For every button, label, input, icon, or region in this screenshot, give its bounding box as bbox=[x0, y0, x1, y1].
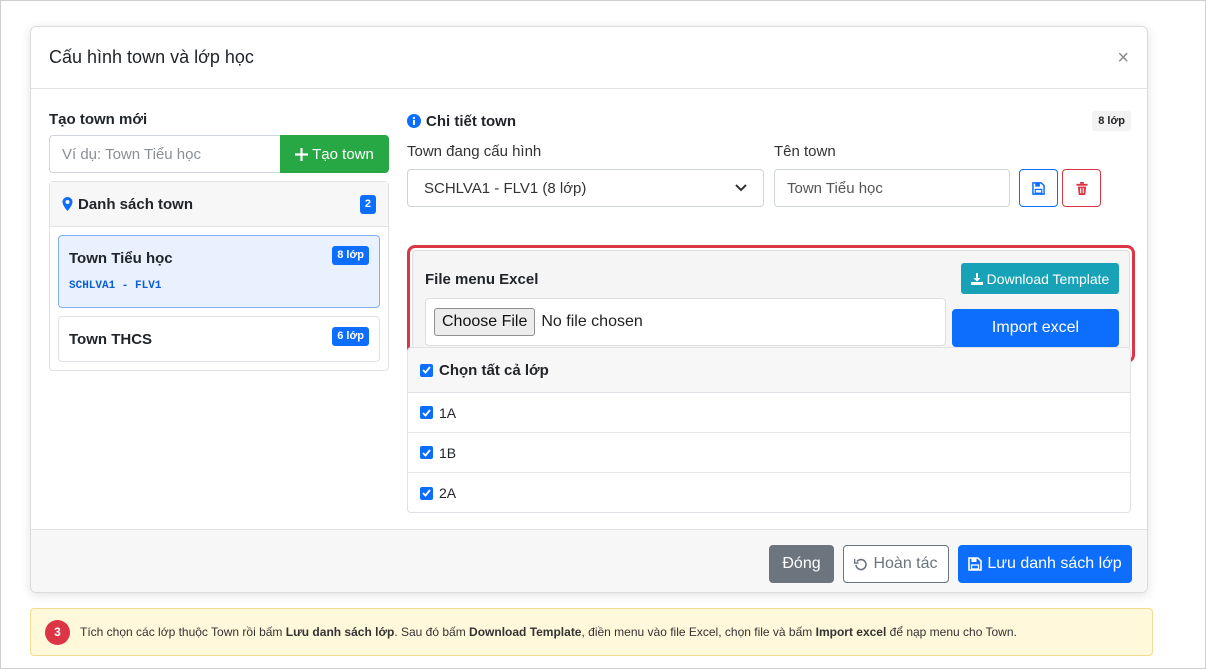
config-town-select[interactable]: SCHLVA1 - FLV1 (8 lớp) bbox=[407, 169, 764, 207]
hint-text-part: . Sau đó bấm bbox=[394, 625, 470, 639]
create-heading: Tạo town mới bbox=[49, 111, 148, 128]
create-town-button[interactable]: Tạo town bbox=[280, 135, 389, 173]
town-item-name: Town THCS bbox=[69, 330, 153, 348]
undo-label: Hoàn tác bbox=[873, 555, 938, 572]
class-label: 2A bbox=[439, 485, 457, 501]
config-town-label: Town đang cấu hình bbox=[407, 143, 542, 160]
save-town-button[interactable] bbox=[1019, 169, 1058, 207]
create-town-row: Ví dụ: Town Tiểu học Tạo town bbox=[49, 135, 389, 173]
town-form-row: Town đang cấu hình Tên town SCHLVA1 - FL… bbox=[407, 143, 1131, 223]
checkbox-checked-icon[interactable] bbox=[420, 363, 433, 377]
save-icon bbox=[1032, 181, 1045, 195]
close-button[interactable]: Đóng bbox=[769, 545, 834, 583]
checkbox-checked-icon[interactable] bbox=[420, 446, 433, 459]
class-label: 1B bbox=[439, 444, 457, 461]
create-town-label: Tạo town bbox=[312, 145, 374, 163]
select-all-label: Chọn tất cả lớp bbox=[439, 361, 549, 379]
town-list-title: Danh sách town bbox=[78, 195, 194, 213]
town-class-count-badge: 8 lớp bbox=[332, 246, 369, 265]
close-icon[interactable]: × bbox=[1117, 48, 1129, 68]
modal-footer: Đóng Hoàn tác Lưu danh sách lớp bbox=[31, 529, 1147, 592]
detail-class-badge: 8 lớp bbox=[1092, 111, 1131, 131]
save-class-list-button[interactable]: Lưu danh sách lớp bbox=[958, 545, 1132, 583]
select-all-classes[interactable]: Chọn tất cả lớp bbox=[408, 348, 1130, 393]
right-column: Chi tiết town 8 lớp Town đang cấu hình T… bbox=[407, 111, 1131, 223]
town-name-input[interactable]: Town Tiểu học bbox=[774, 169, 1010, 207]
undo-button[interactable]: Hoàn tác bbox=[843, 545, 949, 583]
town-item-thcs[interactable]: Town THCS 6 lớp bbox=[58, 316, 380, 362]
excel-highlight-box: File menu Excel Download Template Choose… bbox=[407, 245, 1135, 363]
town-count-badge: 2 bbox=[359, 194, 376, 214]
modal-header: Cấu hình town và lớp học × bbox=[31, 27, 1147, 89]
excel-file-input[interactable]: Choose File No file chosen bbox=[425, 298, 946, 346]
save-icon bbox=[968, 557, 983, 571]
class-row[interactable]: 2A bbox=[408, 473, 1130, 512]
plus-icon bbox=[295, 147, 309, 161]
step-number-badge: 3 bbox=[45, 619, 70, 645]
town-list-card: Danh sách town 2 Town Tiểu học SCHLVA1 -… bbox=[49, 181, 389, 371]
modal-title: Cấu hình town và lớp học bbox=[49, 47, 254, 67]
download-template-label: Download Template bbox=[986, 270, 1110, 287]
town-item-tieu-hoc[interactable]: Town Tiểu học SCHLVA1 - FLV1 8 lớp bbox=[58, 235, 380, 308]
no-file-text: No file chosen bbox=[541, 313, 643, 330]
town-item-code: SCHLVA1 - FLV1 bbox=[69, 280, 162, 292]
delete-town-button[interactable] bbox=[1062, 169, 1101, 207]
modal-body: Tạo town mới Ví dụ: Town Tiểu học Tạo to… bbox=[31, 89, 1147, 531]
detail-header: Chi tiết town 8 lớp bbox=[407, 111, 1131, 131]
hint-text-part: , điền menu vào file Excel, chọn file và… bbox=[581, 625, 816, 639]
download-icon bbox=[970, 272, 983, 285]
map-pin-icon bbox=[62, 197, 73, 211]
choose-file-button[interactable]: Choose File bbox=[434, 308, 536, 336]
hint-text-part: Tích chọn các lớp thuộc Town rồi bấm bbox=[80, 625, 286, 639]
save-class-list-label: Lưu danh sách lớp bbox=[987, 555, 1122, 572]
trash-icon bbox=[1075, 181, 1088, 195]
undo-icon bbox=[854, 558, 868, 571]
new-town-input[interactable]: Ví dụ: Town Tiểu học bbox=[49, 135, 280, 173]
config-town-selected: SCHLVA1 - FLV1 (8 lớp) bbox=[424, 179, 587, 197]
town-class-count-badge: 6 lớp bbox=[332, 327, 369, 346]
checkbox-checked-icon[interactable] bbox=[420, 486, 433, 500]
class-label: 1A bbox=[439, 404, 457, 421]
detail-title-wrap: Chi tiết town bbox=[407, 113, 516, 130]
step-hint-bar: 3 Tích chọn các lớp thuộc Town rồi bấm L… bbox=[30, 608, 1153, 656]
download-template-button[interactable]: Download Template bbox=[961, 263, 1119, 294]
class-list-card: Chọn tất cả lớp 1A 1B 2A bbox=[407, 347, 1131, 513]
checkbox-checked-icon[interactable] bbox=[420, 406, 433, 419]
detail-title: Chi tiết town bbox=[426, 112, 516, 130]
town-item-name: Town Tiểu học bbox=[69, 250, 173, 267]
class-row[interactable]: 1B bbox=[408, 433, 1130, 473]
chevron-down-icon bbox=[735, 184, 747, 192]
hint-text-part: để nạp menu cho Town. bbox=[886, 625, 1017, 639]
hint-bold-part: Download Template bbox=[469, 625, 582, 639]
town-list-header: Danh sách town 2 bbox=[50, 182, 388, 227]
config-modal: Cấu hình town và lớp học × Tạo town mới … bbox=[30, 26, 1148, 593]
hint-text: Tích chọn các lớp thuộc Town rồi bấm Lưu… bbox=[80, 625, 1017, 639]
town-name-label: Tên town bbox=[774, 143, 836, 160]
class-row[interactable]: 1A bbox=[408, 393, 1130, 433]
import-excel-button[interactable]: Import excel bbox=[952, 309, 1119, 347]
excel-title: File menu Excel bbox=[425, 271, 539, 288]
town-list-title-wrap: Danh sách town bbox=[62, 196, 193, 213]
info-icon bbox=[407, 114, 421, 128]
excel-section: File menu Excel Download Template Choose… bbox=[412, 250, 1130, 358]
hint-bold-part: Import excel bbox=[815, 625, 887, 639]
left-column: Tạo town mới Ví dụ: Town Tiểu học Tạo to… bbox=[49, 111, 389, 371]
hint-bold-part: Lưu danh sách lớp bbox=[285, 625, 395, 639]
